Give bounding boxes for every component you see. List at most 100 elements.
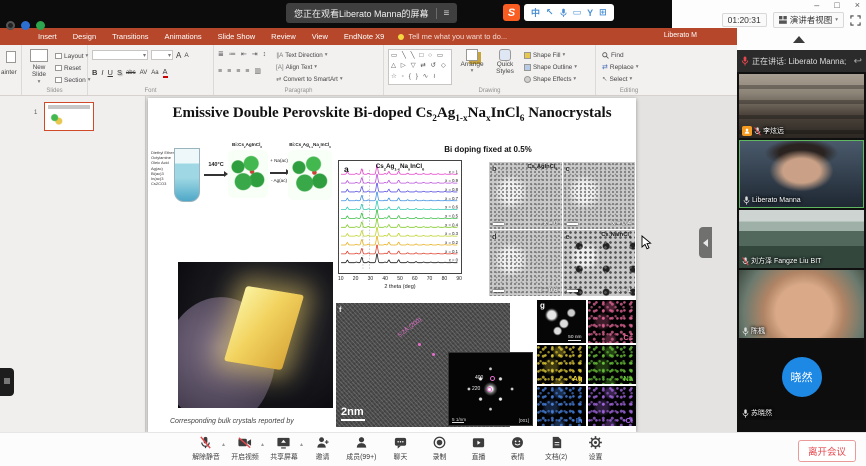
convert-smartart-button[interactable]: ⇄Convert to SmartArt▾ (276, 73, 343, 85)
record-button[interactable]: 录制 (420, 435, 459, 462)
slide-thumbnail-panel[interactable]: 1 (0, 96, 146, 432)
docs-button[interactable]: 文档(2) (537, 435, 576, 462)
emoji-button[interactable]: 表情 (498, 435, 537, 462)
tab-insert[interactable]: Insert (30, 32, 65, 41)
align-right-button[interactable]: ≡ (236, 68, 240, 75)
ime-keyboard-icon[interactable]: ▭ (573, 7, 582, 18)
menu-icon[interactable]: ≡ (444, 8, 450, 19)
app-icon-dark[interactable] (6, 21, 15, 30)
ime-toolbar[interactable]: 中 ↖ ▭ Y ⊞ (524, 4, 614, 21)
scale-bar (493, 223, 504, 225)
slide-thumbnail-1[interactable] (44, 102, 94, 131)
tell-me-box[interactable]: Tell me what you want to do... (398, 32, 507, 41)
participant-tile-4[interactable]: 陈楓 (739, 270, 864, 338)
participant-tile-5[interactable]: 晓然 苏晓然 (739, 340, 864, 420)
participant-tile-2-speaking[interactable]: Liberato Manna (739, 140, 864, 208)
strikethrough-button[interactable]: abc (126, 70, 136, 76)
tab-review[interactable]: Review (263, 32, 304, 41)
fullscreen-icon[interactable] (850, 15, 861, 26)
shape-fill-button[interactable]: Shape Fill▾ (524, 49, 577, 61)
app-icon-chart[interactable] (36, 21, 45, 30)
view-mode-dropdown[interactable]: 演讲者视图 ▾ (773, 12, 844, 28)
quick-styles-button[interactable]: Quick Styles (488, 49, 522, 75)
svg-text:x = 0.1: x = 0.1 (445, 249, 458, 254)
sidebar-collapse-strip[interactable] (737, 30, 866, 50)
underline-button[interactable]: U (108, 68, 113, 77)
sogou-ime-icon[interactable]: S (503, 4, 520, 21)
reset-button[interactable]: Reset (55, 62, 90, 74)
increase-font-button[interactable]: A (176, 51, 181, 60)
return-arrow-icon[interactable]: ↩ (854, 56, 862, 67)
replace-button[interactable]: ⇄Replace▾ (602, 61, 639, 73)
watching-banner[interactable]: 您正在观看Liberato Manna的屏幕 ≡ (286, 3, 457, 23)
char-spacing-button[interactable]: AV (140, 70, 148, 76)
maximize-button[interactable]: □ (834, 0, 839, 10)
change-case-button[interactable]: Aa (151, 70, 158, 76)
tab-transitions[interactable]: Transitions (104, 32, 156, 41)
svg-text:x = 0: x = 0 (449, 258, 459, 263)
indent-button[interactable]: ⇥ (252, 50, 258, 58)
members-button[interactable]: 成员(99+) (342, 435, 381, 462)
unmute-button[interactable]: 解除静音▴ (186, 435, 225, 462)
minimize-button[interactable]: – (814, 0, 819, 10)
ime-cursor-icon[interactable]: ↖ (546, 7, 554, 18)
shape-outline-button[interactable]: Shape Outline▾ (524, 61, 577, 73)
bold-button[interactable]: B (92, 68, 97, 77)
align-center-button[interactable]: ≡ (227, 68, 231, 75)
start-video-button[interactable]: 开启视频▴ (225, 435, 264, 462)
columns-button[interactable]: ▥ (254, 67, 261, 75)
layout-button[interactable]: Layout▾ (55, 50, 90, 62)
ime-lang-icon[interactable]: 中 (531, 6, 540, 19)
tab-design[interactable]: Design (65, 32, 104, 41)
align-text-button[interactable]: [A]Align Text▾ (276, 61, 343, 73)
font-color-button[interactable]: A (163, 67, 168, 78)
chevron-down-icon: ▾ (38, 79, 41, 85)
italic-button[interactable]: I (101, 68, 103, 77)
slide-canvas[interactable]: Emissive Double Perovskite Bi-doped Cs2A… (148, 98, 636, 432)
text-shadow-button[interactable]: S (117, 68, 122, 77)
invite-button[interactable]: 邀请 (303, 435, 342, 462)
outdent-button[interactable]: ⇤ (241, 50, 247, 58)
svg-text:x = 0.2: x = 0.2 (445, 240, 458, 245)
participant-tile-1[interactable]: 李炫远 (739, 74, 864, 138)
arrange-button[interactable]: Arrange▾ (456, 49, 488, 74)
scale-bar (493, 290, 504, 292)
edge-widget[interactable] (0, 368, 14, 396)
bullets-button[interactable]: ≣ (218, 50, 224, 58)
tab-slideshow[interactable]: Slide Show (210, 32, 264, 41)
tab-endnote[interactable]: EndNote X9 (336, 32, 392, 41)
mic-icon (742, 409, 749, 418)
quick-styles-icon (499, 49, 511, 61)
share-screen-button[interactable]: 共享屏幕▴ (264, 435, 303, 462)
sidebar-collapse-handle[interactable] (699, 227, 712, 258)
tab-animations[interactable]: Animations (157, 32, 210, 41)
text-direction-button[interactable]: ∥AText Direction▾ (276, 49, 343, 61)
decrease-font-button[interactable]: A (184, 52, 188, 59)
shape-effects-button[interactable]: Shape Effects▾ (524, 73, 577, 85)
live-button[interactable]: 直播 (459, 435, 498, 462)
format-painter-label[interactable]: ainter (1, 69, 17, 76)
find-button[interactable]: Find (602, 49, 639, 61)
font-size-combobox[interactable]: ▾ (151, 50, 173, 60)
app-icon-blue[interactable] (21, 21, 30, 30)
ime-skin-icon[interactable]: Y (587, 8, 593, 18)
leave-meeting-button[interactable]: 离开会议 (798, 440, 856, 462)
tab-view[interactable]: View (304, 32, 336, 41)
settings-button[interactable]: 设置 (576, 435, 615, 462)
justify-button[interactable]: ≡ (245, 68, 249, 75)
ime-mic-icon[interactable] (560, 8, 567, 18)
line-spacing-button[interactable]: ↕ (263, 51, 267, 58)
shapes-gallery[interactable]: ▭ ╲ ╲ □ ○ ▭△ ▷ ▽ ⇄ ↺ ◇☆ ◦ { } ∿ ≀ (388, 49, 452, 85)
font-name-combobox[interactable]: ▾ (92, 50, 148, 60)
format-painter-icon[interactable] (6, 51, 16, 63)
section-button[interactable]: Section▾ (55, 74, 90, 86)
chat-button[interactable]: 聊天 (381, 435, 420, 462)
close-button[interactable]: × (855, 0, 860, 10)
select-button[interactable]: ↖Select▾ (602, 73, 639, 85)
ime-grid-icon[interactable]: ⊞ (599, 7, 607, 18)
align-left-button[interactable]: ≡ (218, 68, 222, 75)
account-name[interactable]: Liberato M (664, 32, 697, 39)
numbering-button[interactable]: ≔ (229, 50, 236, 58)
new-slide-button[interactable]: New Slide ▾ (26, 49, 52, 85)
participant-tile-3[interactable]: 刘方泽 Fangze Liu BIT (739, 210, 864, 268)
